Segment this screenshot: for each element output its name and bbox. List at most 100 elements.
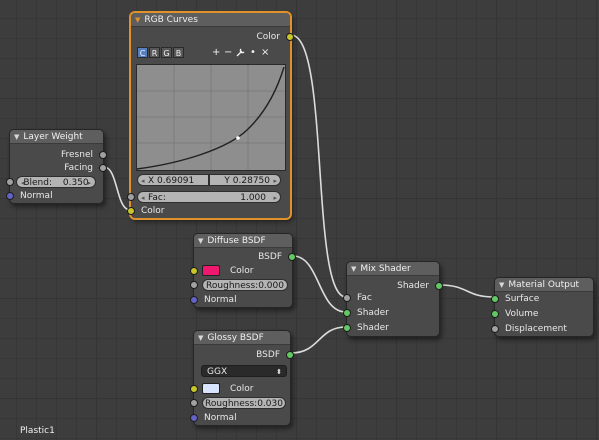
socket-label: Color xyxy=(230,266,254,276)
node-header[interactable]: ▼ Material Output xyxy=(495,278,593,292)
close-icon[interactable]: × xyxy=(261,47,269,58)
y-value: Y 0.28750 xyxy=(224,176,270,186)
link-glossy-to-mix-shader xyxy=(290,326,347,354)
curve-graph[interactable] xyxy=(136,64,286,171)
input-socket-volume[interactable] xyxy=(491,310,499,318)
socket-label: BSDF xyxy=(258,252,282,262)
roughness-value: 0.000 xyxy=(258,281,284,291)
input-displacement: Displacement xyxy=(491,322,593,336)
fac-field[interactable]: ◂ Fac: 1.000 ▸ xyxy=(137,191,281,203)
roughness-field[interactable]: Roughness:0.030 xyxy=(202,397,286,409)
socket-label: Fac xyxy=(357,293,372,303)
increment-icon[interactable]: ▸ xyxy=(273,175,277,187)
increment-icon[interactable]: ▸ xyxy=(273,192,277,204)
output-socket-fresnel[interactable] xyxy=(99,151,107,159)
blend-value: 0.350 xyxy=(62,178,89,188)
dot-icon[interactable]: • xyxy=(250,47,256,58)
blend-field[interactable]: ◂ Blend: 0.350 ▸ xyxy=(16,176,96,188)
output-socket-bsdf[interactable] xyxy=(288,253,296,261)
input-socket-fac[interactable] xyxy=(343,294,351,302)
up-down-arrows-icon: ⬍ xyxy=(276,368,282,376)
rgb-curves-node[interactable]: ▼ RGB Curves Color C R G B + − • × ◂ X 0… xyxy=(127,12,294,219)
plus-icon[interactable]: + xyxy=(212,47,220,58)
output-socket-shader[interactable] xyxy=(435,282,443,290)
node-header[interactable]: ▼ Glossy BSDF xyxy=(194,331,290,345)
node-header[interactable]: ▼ Mix Shader xyxy=(347,262,439,276)
input-normal: Normal xyxy=(190,411,290,425)
node-header[interactable]: ▼ RGB Curves xyxy=(131,13,290,27)
input-roughness: Roughness:0.000 xyxy=(190,278,292,292)
node-title: Material Output xyxy=(508,280,580,290)
triangle-down-icon[interactable]: ▼ xyxy=(198,331,203,345)
diffuse-bsdf-node[interactable]: ▼ Diffuse BSDF BSDF Color Roughness:0.000… xyxy=(190,233,296,308)
input-socket-surface[interactable] xyxy=(491,295,499,303)
roughness-label: Roughness: xyxy=(206,281,259,291)
triangle-down-icon[interactable]: ▼ xyxy=(198,234,203,248)
node-header[interactable]: ▼ Layer Weight xyxy=(10,130,103,144)
channel-g-button[interactable]: G xyxy=(161,47,172,58)
triangle-down-icon[interactable]: ▼ xyxy=(14,130,19,144)
channel-r-button[interactable]: R xyxy=(149,47,160,58)
color-swatch[interactable] xyxy=(202,265,220,276)
curve-canvas[interactable] xyxy=(136,65,285,170)
output-socket-color[interactable] xyxy=(286,33,294,41)
node-links xyxy=(103,34,495,354)
node-title: RGB Curves xyxy=(144,15,198,25)
input-socket-displacement[interactable] xyxy=(491,325,499,333)
socket-label: Color xyxy=(230,384,254,394)
color-swatch[interactable] xyxy=(202,383,220,394)
input-socket-normal[interactable] xyxy=(6,192,14,200)
material-output-node[interactable]: ▼ Material Output Surface Volume Displace… xyxy=(491,277,594,337)
socket-label: Volume xyxy=(505,309,539,319)
distribution-select[interactable]: GGX ⬍ xyxy=(201,365,287,377)
input-socket-roughness[interactable] xyxy=(190,281,198,289)
input-normal: Normal xyxy=(190,293,292,307)
increment-icon[interactable]: ▸ xyxy=(87,177,91,189)
mix-shader-node[interactable]: ▼ Mix Shader Shader Fac Shader Shader xyxy=(343,261,443,337)
triangle-down-icon[interactable]: ▼ xyxy=(135,13,140,27)
socket-label: Shader xyxy=(357,308,389,318)
input-socket-normal[interactable] xyxy=(190,296,198,304)
socket-label: Displacement xyxy=(505,324,567,334)
decrement-icon[interactable]: ◂ xyxy=(21,177,25,189)
output-fresnel: Fresnel xyxy=(10,148,107,162)
fac-value: 1.000 xyxy=(240,193,266,203)
socket-label: Normal xyxy=(204,413,237,423)
socket-label: Color xyxy=(141,206,165,216)
input-socket-roughness[interactable] xyxy=(190,399,198,407)
curve-point xyxy=(236,136,240,140)
input-socket-blend[interactable] xyxy=(6,178,14,186)
input-socket-color[interactable] xyxy=(190,385,198,393)
y-field[interactable]: Y 0.28750 ▸ xyxy=(209,174,281,186)
blend-label: Blend: xyxy=(23,178,53,188)
output-socket-bsdf[interactable] xyxy=(286,351,294,359)
input-shader-2: Shader xyxy=(343,321,439,335)
layer-weight-node[interactable]: ▼ Layer Weight Fresnel Facing ◂ Blend: 0.… xyxy=(6,129,107,204)
decrement-icon[interactable]: ◂ xyxy=(141,192,145,204)
socket-label: BSDF xyxy=(256,350,280,360)
triangle-down-icon[interactable]: ▼ xyxy=(351,262,356,276)
decrement-icon[interactable]: ◂ xyxy=(141,175,145,187)
input-socket-shader-2[interactable] xyxy=(343,324,351,332)
wrench-icon[interactable] xyxy=(236,47,246,60)
channel-b-button[interactable]: B xyxy=(173,47,184,58)
input-socket-color[interactable] xyxy=(190,267,198,275)
minus-icon[interactable]: − xyxy=(224,47,232,58)
input-socket-fac[interactable] xyxy=(127,193,135,201)
output-facing: Facing xyxy=(10,161,107,175)
x-field[interactable]: ◂ X 0.69091 xyxy=(137,174,209,186)
input-socket-normal[interactable] xyxy=(190,414,198,422)
input-socket-color[interactable] xyxy=(127,207,135,215)
socket-label: Shader xyxy=(397,281,429,291)
channel-c-button[interactable]: C xyxy=(137,47,148,58)
input-fac: ◂ Fac: 1.000 ▸ xyxy=(127,190,290,204)
roughness-field[interactable]: Roughness:0.000 xyxy=(202,279,288,291)
input-socket-shader-1[interactable] xyxy=(343,309,351,317)
input-volume: Volume xyxy=(491,307,593,321)
triangle-down-icon[interactable]: ▼ xyxy=(499,278,504,292)
glossy-bsdf-node[interactable]: ▼ Glossy BSDF BSDF GGX ⬍ Color Roughness:… xyxy=(190,330,294,426)
output-bsdf: BSDF xyxy=(194,250,296,264)
output-socket-facing[interactable] xyxy=(99,164,107,172)
node-header[interactable]: ▼ Diffuse BSDF xyxy=(194,234,292,248)
link-facing-to-color xyxy=(103,166,131,211)
